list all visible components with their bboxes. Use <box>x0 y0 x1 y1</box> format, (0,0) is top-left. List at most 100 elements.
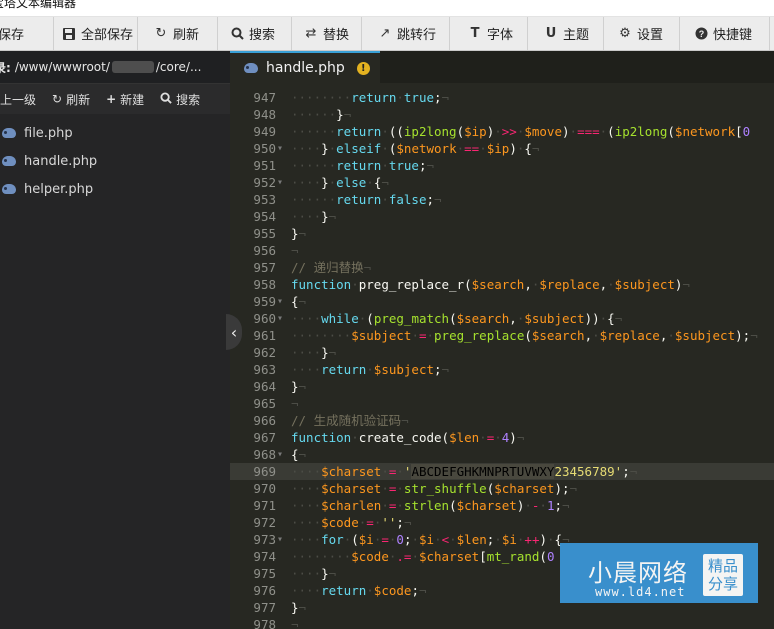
code-line[interactable]: 972 ····$code·=·'';¬ <box>230 514 774 531</box>
code-line[interactable]: 955}¬ <box>230 225 774 242</box>
file-item-handle-php[interactable]: handle.php <box>0 147 230 175</box>
code-token: ···· <box>291 311 322 326</box>
fold-toggle-icon[interactable]: ▾ <box>277 531 289 548</box>
code-line[interactable]: 950 ▾ ····}·elseif·($network·==·$ip)·{¬ <box>230 140 774 157</box>
file-list: file.php handle.php helper.php <box>0 119 230 203</box>
fold-toggle-icon[interactable]: ▾ <box>277 446 289 463</box>
code-token: return <box>336 158 382 173</box>
line-number: 951 <box>253 158 276 173</box>
code-line[interactable]: 967 function·create_code($len·=·4)¬ <box>230 429 774 446</box>
code-token: ¬ <box>531 141 540 156</box>
code-token: ¬ <box>629 464 638 479</box>
save-all-button[interactable]: 全部保存 <box>54 17 138 50</box>
code-token: ¬ <box>426 158 435 173</box>
code-line[interactable]: 952 ▾ ····}·else·{¬ <box>230 174 774 191</box>
code-line[interactable]: 954 ····}¬ <box>230 208 774 225</box>
code-line[interactable]: 957 // 递归替换¬ <box>230 259 774 276</box>
code-line[interactable]: 951 ······return·true;¬ <box>230 157 774 174</box>
font-label: 字体 <box>487 28 514 43</box>
code-line[interactable]: 966 // 生成随机验证码¬ <box>230 412 774 429</box>
tab-handle-php[interactable]: handle.php ! <box>230 51 380 83</box>
code-text: ····}·else·{¬ <box>291 174 389 191</box>
code-line[interactable]: 960 ▾ ····while·(preg_match($search,·$subj… <box>230 310 774 327</box>
code-token: ···· <box>291 464 322 479</box>
refresh-button[interactable]: ↻ 刷新 <box>146 17 218 50</box>
code-token: · <box>381 192 389 207</box>
code-token: ; <box>434 362 442 377</box>
code-token: · <box>366 583 374 598</box>
theme-button[interactable]: U 主题 <box>536 17 604 50</box>
code-text: ········$subject·=·preg_replace($search,… <box>291 327 758 344</box>
font-button[interactable]: T 字体 <box>460 17 528 50</box>
code-token: · <box>426 328 435 343</box>
up-level-button[interactable]: 上一级 <box>0 91 44 108</box>
code-token: true <box>388 158 419 173</box>
code-line[interactable]: 947 ········return·true;¬ <box>230 89 774 106</box>
code-line[interactable]: 971 ····$charlen·=·strlen($charset)·-·1;¬ <box>230 497 774 514</box>
line-number: 967 <box>253 430 276 445</box>
code-line[interactable]: 961 ········$subject·=·preg_replace($sear… <box>230 327 774 344</box>
code-text: }¬ <box>291 378 306 395</box>
search-button[interactable]: 搜索 <box>222 17 292 50</box>
line-number: 966 <box>253 413 276 428</box>
fold-toggle-icon[interactable]: ▾ <box>277 174 289 191</box>
code-line[interactable]: 968 ▾ {¬ <box>230 446 774 463</box>
code-token: $charset <box>321 464 382 479</box>
code-token: ); <box>735 328 751 343</box>
code-line[interactable]: 970 ····$charset·=·str_shuffle($charset);… <box>230 480 774 497</box>
code-token: ¬ <box>328 345 337 360</box>
code-text: ····}¬ <box>291 344 336 361</box>
code-line[interactable]: 969 ····$charset·=·'ABCDEFGHKMNPRTUVWXY23… <box>230 463 774 480</box>
code-token: ; <box>554 498 563 513</box>
code-token: · <box>351 277 359 292</box>
code-text: ····$charlen·=·strlen($charset)·-·1;¬ <box>291 497 570 514</box>
file-sidebar: 录: /www/wwwroot/ /core/... 上一级 ↻ 刷新 + 新建… <box>0 51 230 629</box>
watermark-badge: 精品分享 <box>703 554 743 596</box>
code-line[interactable]: 959 ▾ {¬ <box>230 293 774 310</box>
fold-toggle-icon[interactable]: ▾ <box>277 310 289 327</box>
code-line[interactable]: 958 function·preg_replace_r($search,·$rep… <box>230 276 774 293</box>
refresh-label: 刷新 <box>173 28 200 43</box>
fold-toggle-icon[interactable]: ▾ <box>277 293 289 310</box>
warning-icon[interactable]: ! <box>356 61 370 75</box>
shortcuts-button[interactable]: ? 快捷键 <box>686 17 770 50</box>
sidebar-search-button[interactable]: 搜索 <box>152 91 208 108</box>
code-token: ( <box>456 124 465 139</box>
code-token: ········ <box>291 549 352 564</box>
code-line[interactable]: 978 ¬ <box>230 616 774 629</box>
code-token: ¬ <box>298 447 307 462</box>
line-number: 956 <box>253 243 276 258</box>
save-button[interactable]: 保存 <box>0 17 54 50</box>
code-line[interactable]: 956 ¬ <box>230 242 774 259</box>
code-line[interactable]: 948 ······}¬ <box>230 106 774 123</box>
code-token: $len <box>449 430 480 445</box>
line-number: 974 <box>253 549 276 564</box>
code-token: return <box>336 124 382 139</box>
code-token: } <box>291 600 299 615</box>
code-line[interactable]: 953 ······return·false;¬ <box>230 191 774 208</box>
file-item-file-php[interactable]: file.php <box>0 119 230 147</box>
replace-button[interactable]: ⇄ 替换 <box>296 17 362 50</box>
code-token: [ <box>479 549 487 564</box>
code-token: ···· <box>291 498 322 513</box>
code-token: ) <box>509 141 517 156</box>
code-text: ¬ <box>291 242 299 259</box>
code-line[interactable]: 949 ······return·((ip2long($ip)·>>·$move)… <box>230 123 774 140</box>
sidebar-refresh-button[interactable]: ↻ 刷新 <box>44 91 98 108</box>
line-number: 972 <box>253 515 276 530</box>
code-line[interactable]: 965 ¬ <box>230 395 774 412</box>
file-item-helper-php[interactable]: helper.php <box>0 175 230 203</box>
code-line[interactable]: 964}¬ <box>230 378 774 395</box>
code-token: $network <box>396 141 457 156</box>
code-token: while <box>321 311 359 326</box>
goto-line-button[interactable]: ↗ 跳转行 <box>370 17 450 50</box>
settings-button[interactable]: ⚙ 设置 <box>610 17 680 50</box>
fold-toggle-icon[interactable]: ▾ <box>277 140 289 157</box>
code-token: $code <box>373 583 412 598</box>
code-token: · <box>396 464 404 479</box>
code-line[interactable]: 962 ····}¬ <box>230 344 774 361</box>
code-line[interactable]: 963 ····return·$subject;¬ <box>230 361 774 378</box>
code-token: ···· <box>291 209 322 224</box>
code-token: [ <box>735 124 743 139</box>
new-file-button[interactable]: + 新建 <box>98 91 152 108</box>
